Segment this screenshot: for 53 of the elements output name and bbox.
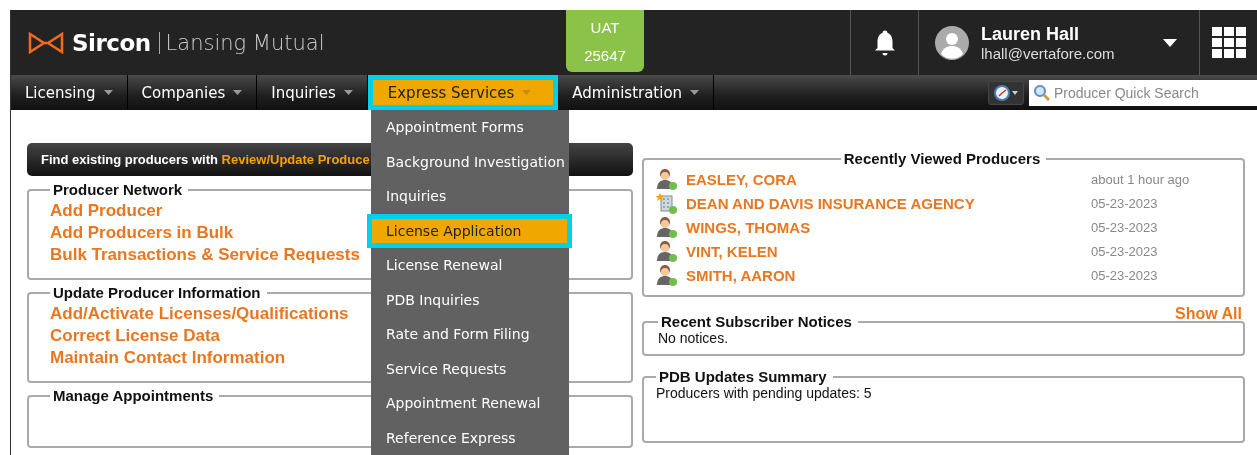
person-icon xyxy=(656,168,678,190)
menu-item[interactable]: PDB Inquiries xyxy=(371,282,569,317)
nav-tab[interactable]: Express Services xyxy=(367,75,559,110)
panel-title: Recently Viewed Producers xyxy=(842,150,1042,167)
avatar-icon[interactable] xyxy=(935,25,969,60)
menu-item[interactable]: License Renewal xyxy=(371,248,569,283)
menu-item[interactable]: Rate and Form Filing xyxy=(371,317,569,352)
app-grid-icon[interactable] xyxy=(1211,26,1246,59)
caret-icon[interactable] xyxy=(1163,38,1177,47)
clock-icon xyxy=(994,84,1010,101)
caret-icon xyxy=(522,90,532,95)
section-title: Update Producer Information xyxy=(52,284,262,301)
user-name: Lauren Hall xyxy=(981,23,1081,45)
viewed-time: 05-23-2023 xyxy=(1091,243,1159,259)
viewed-time: 05-23-2023 xyxy=(1091,195,1159,211)
nav-tab[interactable]: Inquiries xyxy=(257,75,368,110)
menu-item[interactable]: Reference Express xyxy=(371,420,569,455)
search-field[interactable]: Producer Quick Search xyxy=(1029,79,1257,106)
environment-badge: UAT 25647 xyxy=(566,10,644,72)
history-button[interactable] xyxy=(988,80,1024,105)
menu-item[interactable]: Background Investigation xyxy=(371,144,569,179)
person-icon xyxy=(656,264,678,286)
nav-tab[interactable]: Companies xyxy=(127,75,258,110)
review-update-link[interactable]: Review/Update Produce xyxy=(221,152,370,167)
caret-icon xyxy=(103,90,113,95)
user-email: lhall@vertafore.com xyxy=(981,44,1116,62)
banner-text: Find existing producers with xyxy=(41,152,219,167)
menu-item[interactable]: Service Requests xyxy=(371,351,569,386)
pending-updates-text: Producers with pending updates: 5 xyxy=(656,385,873,401)
person-icon xyxy=(656,240,678,262)
notices-text: No notices. xyxy=(658,330,730,346)
viewed-time: 05-23-2023 xyxy=(1091,267,1159,283)
panel-title: PDB Updates Summary xyxy=(658,368,828,385)
person-icon xyxy=(656,216,678,238)
caret-icon xyxy=(1012,90,1018,95)
menu-item[interactable]: Appointment Forms xyxy=(371,110,569,145)
caret-icon xyxy=(233,90,243,95)
search-icon xyxy=(1033,84,1050,101)
company-name: Lansing Mutual xyxy=(158,31,325,54)
building-icon xyxy=(656,192,678,214)
caret-icon xyxy=(343,90,353,95)
section-title: Manage Appointments xyxy=(52,387,215,404)
menu-item[interactable]: Inquiries xyxy=(371,179,569,214)
section-title: Producer Network xyxy=(52,181,184,198)
nav-tab[interactable]: Licensing xyxy=(11,75,128,110)
menu-item[interactable]: License Application xyxy=(367,213,572,248)
viewed-time: about 1 hour ago xyxy=(1091,171,1191,187)
logo-icon xyxy=(28,31,64,54)
panel-title: Recent Subscriber Notices xyxy=(660,313,853,330)
menu-item[interactable]: Appointment Renewal xyxy=(371,386,569,421)
caret-icon xyxy=(690,90,700,95)
viewed-time: 05-23-2023 xyxy=(1091,219,1159,235)
brand-name: Sircon xyxy=(72,29,151,56)
